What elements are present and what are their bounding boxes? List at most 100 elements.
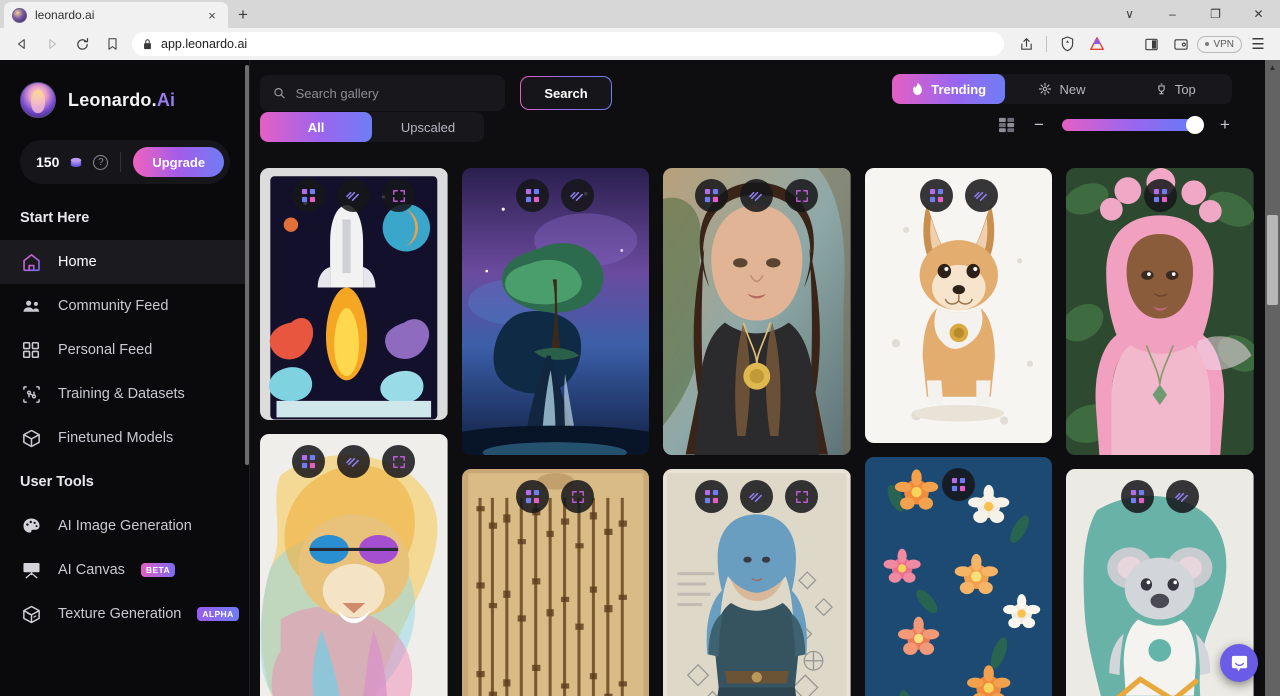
maximize-icon[interactable]: ❐: [1194, 0, 1237, 28]
gallery-toolbar: Search All Upscaled: [260, 60, 1270, 154]
upscale-icon[interactable]: [337, 445, 371, 478]
expand-icon[interactable]: [561, 480, 595, 513]
credits-panel: 150 ? Upgrade: [20, 140, 230, 184]
sidebar-item-texture-generation[interactable]: Texture Generation ALPHA: [0, 592, 250, 636]
search-button[interactable]: Search: [521, 77, 611, 109]
app-sidebar: Leonardo.Ai 150 ? Upgrade Start Here Hom…: [0, 60, 250, 696]
zoom-out-button[interactable]: −: [1032, 116, 1046, 133]
grid-icon: [20, 339, 42, 361]
gallery-card[interactable]: [260, 168, 448, 420]
upscale-icon[interactable]: [964, 179, 998, 212]
new-tab-button[interactable]: +: [228, 2, 258, 28]
intercom-chat-button[interactable]: [1220, 644, 1258, 682]
remix-icon[interactable]: [1143, 179, 1177, 212]
expand-icon[interactable]: [785, 179, 819, 212]
wallet-icon[interactable]: [1167, 31, 1195, 57]
sidebar-item-community-feed[interactable]: Community Feed: [0, 284, 250, 328]
tab-trending[interactable]: Trending: [892, 74, 1006, 104]
forward-icon[interactable]: [38, 31, 66, 57]
remix-icon[interactable]: [695, 480, 729, 513]
gallery-card[interactable]: [864, 457, 1053, 696]
upscale-icon[interactable]: [561, 179, 595, 212]
brave-shields-icon[interactable]: [1053, 31, 1081, 57]
remix-icon[interactable]: [292, 179, 326, 212]
upscale-icon[interactable]: [1166, 480, 1200, 513]
flame-icon: [913, 82, 923, 96]
remix-icon[interactable]: [919, 179, 953, 212]
question-icon[interactable]: ?: [93, 154, 109, 170]
close-icon[interactable]: ×: [204, 9, 220, 22]
scroll-up-arrow-icon[interactable]: ▲: [1265, 60, 1280, 74]
vpn-label: VPN: [1213, 38, 1234, 50]
card-action-bar: [663, 179, 851, 212]
gallery-card[interactable]: [461, 168, 650, 455]
brand-logo-block[interactable]: Leonardo.Ai: [0, 82, 250, 118]
upscale-icon[interactable]: [337, 179, 371, 212]
brand-name: Leonardo.Ai: [68, 89, 176, 110]
upscale-icon[interactable]: [740, 480, 774, 513]
sidebar-item-training-datasets[interactable]: Training & Datasets: [0, 372, 250, 416]
sidebar-item-finetuned-models[interactable]: Finetuned Models: [0, 416, 250, 460]
sidebar-item-ai-canvas[interactable]: AI Canvas BETA: [0, 548, 250, 592]
remix-icon[interactable]: [695, 179, 729, 212]
reload-icon[interactable]: [68, 31, 96, 57]
expand-icon[interactable]: [785, 480, 819, 513]
tab-upscaled[interactable]: Upscaled: [372, 112, 484, 142]
share-icon[interactable]: [1012, 31, 1040, 57]
sidebar-item-label: Texture Generation: [58, 606, 182, 622]
gallery-card[interactable]: [663, 168, 851, 455]
image-gallery: [260, 168, 1254, 696]
gallery-card[interactable]: [663, 469, 851, 696]
search-gallery-field[interactable]: [260, 75, 505, 111]
tab-new[interactable]: New: [1005, 74, 1118, 104]
cube-icon: [20, 427, 42, 449]
trophy-icon: [1158, 83, 1165, 95]
sidebar-item-label: Training & Datasets: [58, 386, 185, 402]
remix-icon[interactable]: [516, 480, 550, 513]
tab-search-chevron-down-icon[interactable]: ∨: [1108, 0, 1151, 28]
card-action-bar: [462, 179, 650, 212]
easel-icon: [20, 559, 42, 581]
remix-icon[interactable]: [292, 445, 326, 478]
sidebar-item-personal-feed[interactable]: Personal Feed: [0, 328, 250, 372]
zoom-slider[interactable]: [1062, 115, 1204, 134]
zoom-in-button[interactable]: +: [1218, 116, 1232, 133]
grid-density-icon[interactable]: [998, 117, 1016, 133]
gallery-card[interactable]: [864, 168, 1053, 443]
zoom-slider-thumb[interactable]: [1186, 115, 1204, 134]
brave-rewards-icon[interactable]: [1083, 31, 1111, 57]
remix-icon[interactable]: [1121, 480, 1155, 513]
gallery-card[interactable]: [461, 469, 650, 696]
lock-icon: [144, 39, 151, 50]
browser-tab-leonardo[interactable]: leonardo.ai ×: [4, 2, 228, 28]
sidebar-item-ai-image-generation[interactable]: AI Image Generation: [0, 504, 250, 548]
page-scrollbar[interactable]: ▲: [1265, 60, 1280, 696]
bookmark-icon[interactable]: [98, 31, 126, 57]
expand-icon[interactable]: [382, 179, 416, 212]
vpn-button[interactable]: VPN: [1197, 35, 1242, 53]
gallery-card[interactable]: [1066, 168, 1254, 455]
search-input[interactable]: [295, 85, 492, 101]
minimize-icon[interactable]: ‒: [1151, 0, 1194, 28]
people-icon: [20, 295, 42, 317]
sidebar-item-home[interactable]: Home: [0, 240, 250, 284]
tab-all[interactable]: All: [260, 112, 372, 142]
gallery-card[interactable]: [260, 434, 448, 696]
gallery-column: [864, 168, 1053, 696]
remix-icon[interactable]: [516, 179, 550, 212]
page-scrollbar-thumb[interactable]: [1267, 215, 1278, 305]
card-action-bar: [462, 480, 650, 513]
browser-menu-icon[interactable]: ☰: [1244, 31, 1272, 57]
window-controls: ∨ ‒ ❐ ✕: [1108, 0, 1280, 28]
window-close-icon[interactable]: ✕: [1237, 0, 1280, 28]
expand-icon[interactable]: [382, 445, 416, 478]
intercom-chat-icon: [1231, 655, 1247, 671]
upscale-icon[interactable]: [740, 179, 774, 212]
upgrade-button[interactable]: Upgrade: [133, 147, 224, 177]
sidebar-item-label: AI Image Generation: [58, 518, 192, 534]
back-icon[interactable]: [8, 31, 36, 57]
tab-top[interactable]: Top: [1119, 74, 1232, 104]
sidebar-panel-icon[interactable]: [1137, 31, 1165, 57]
remix-icon[interactable]: [942, 468, 976, 501]
address-bar[interactable]: app.leonardo.ai: [132, 32, 1005, 56]
